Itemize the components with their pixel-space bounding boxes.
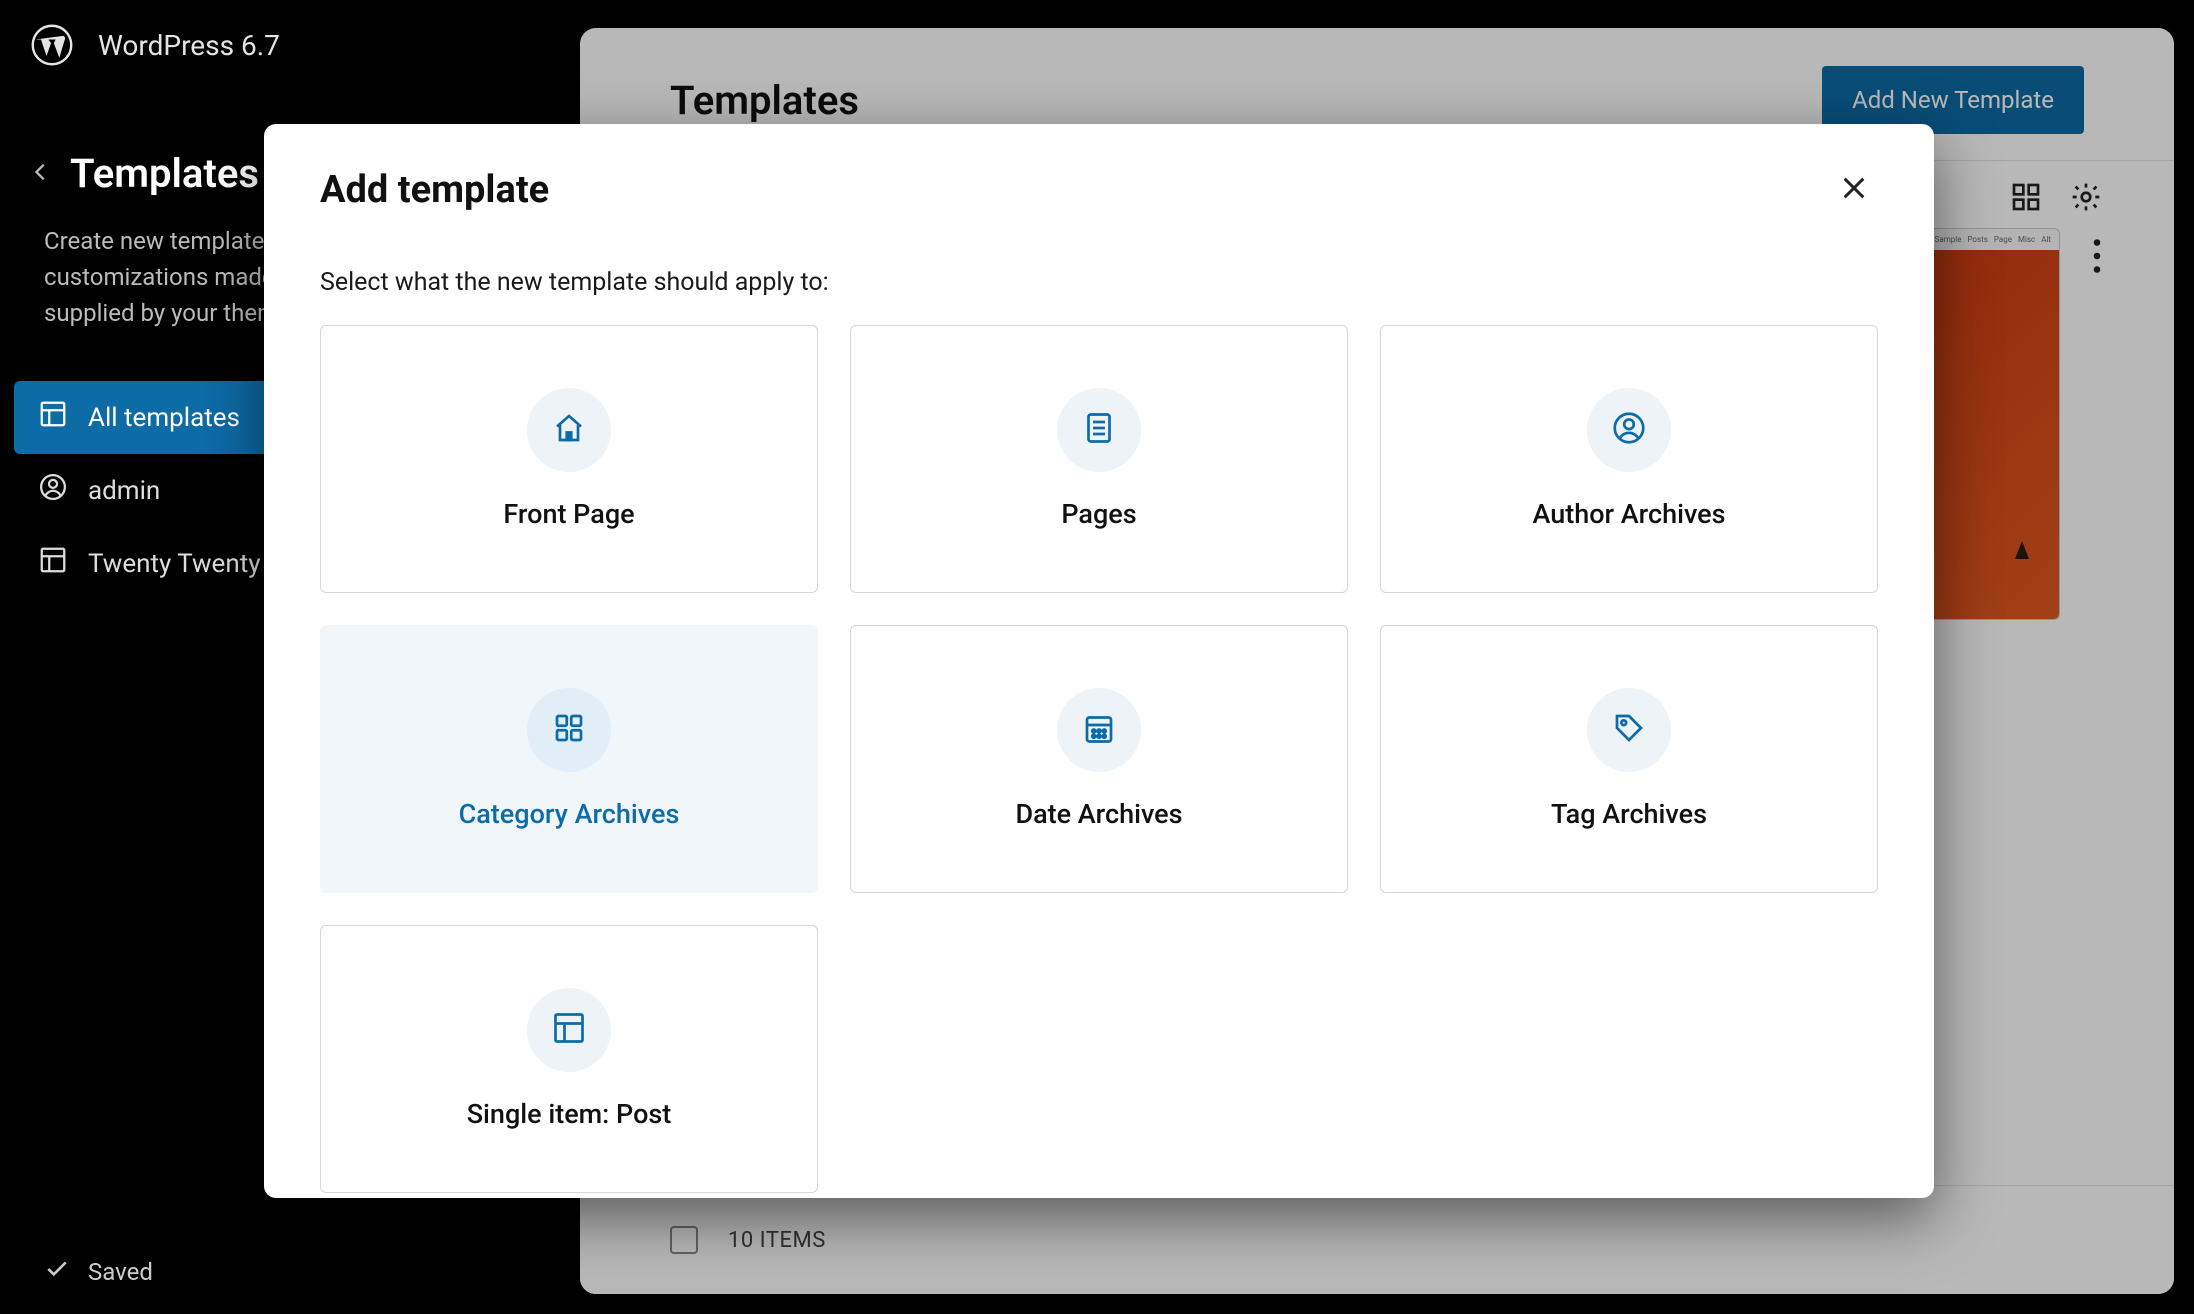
template-option-front-page[interactable]: Front Page (320, 325, 818, 593)
template-option-category-archives[interactable]: Category Archives (320, 625, 818, 893)
sidebar-item-label: Twenty Twenty (88, 549, 261, 579)
items-count: 10 ITEMS (728, 1228, 826, 1253)
select-all-checkbox[interactable] (670, 1226, 698, 1254)
save-status-label: Saved (88, 1258, 153, 1286)
site-title: WordPress 6.7 (98, 29, 280, 62)
person-icon (38, 472, 68, 509)
person-icon (1611, 410, 1647, 450)
template-option-label: Pages (1061, 498, 1136, 530)
template-option-label: Tag Archives (1551, 798, 1707, 830)
template-option-label: Category Archives (459, 798, 680, 830)
modal-title: Add template (320, 168, 549, 212)
template-option-tag-archives[interactable]: Tag Archives (1380, 625, 1878, 893)
sidebar-title: Templates (70, 150, 259, 197)
tag-icon (1611, 710, 1647, 750)
add-template-modal: Add template Select what the new templat… (264, 124, 1934, 1198)
close-button[interactable] (1830, 164, 1878, 216)
template-option-label: Author Archives (1532, 498, 1725, 530)
items-bar: 10 ITEMS (580, 1185, 2174, 1294)
sidebar-item-label: admin (88, 476, 160, 506)
modal-subtitle: Select what the new template should appl… (264, 244, 1934, 303)
sidebar-item-label: All templates (88, 403, 240, 433)
page-icon (1081, 410, 1117, 450)
layout-icon (551, 1010, 587, 1050)
grid-icon (551, 710, 587, 750)
check-icon (44, 1256, 70, 1288)
back-icon[interactable] (30, 161, 52, 187)
home-icon (551, 410, 587, 450)
page-title: Templates (670, 77, 859, 124)
save-status: Saved (44, 1256, 153, 1288)
template-option-label: Date Archives (1015, 798, 1182, 830)
template-option-label: Front Page (503, 498, 634, 530)
template-option-pages[interactable]: Pages (850, 325, 1348, 593)
row-actions-icon[interactable] (2092, 228, 2102, 278)
wordpress-logo-icon (30, 23, 74, 67)
template-option-label: Single item: Post (467, 1098, 672, 1130)
close-icon (1838, 193, 1870, 208)
template-option-date-archives[interactable]: Date Archives (850, 625, 1348, 893)
template-options-grid: Front Page Pages Author Archives Categor… (264, 303, 1934, 1198)
layout-icon (38, 399, 68, 436)
layout-icon (38, 545, 68, 582)
template-option-single-post[interactable]: Single item: Post (320, 925, 818, 1193)
template-option-author-archives[interactable]: Author Archives (1380, 325, 1878, 593)
calendar-icon (1081, 710, 1117, 750)
